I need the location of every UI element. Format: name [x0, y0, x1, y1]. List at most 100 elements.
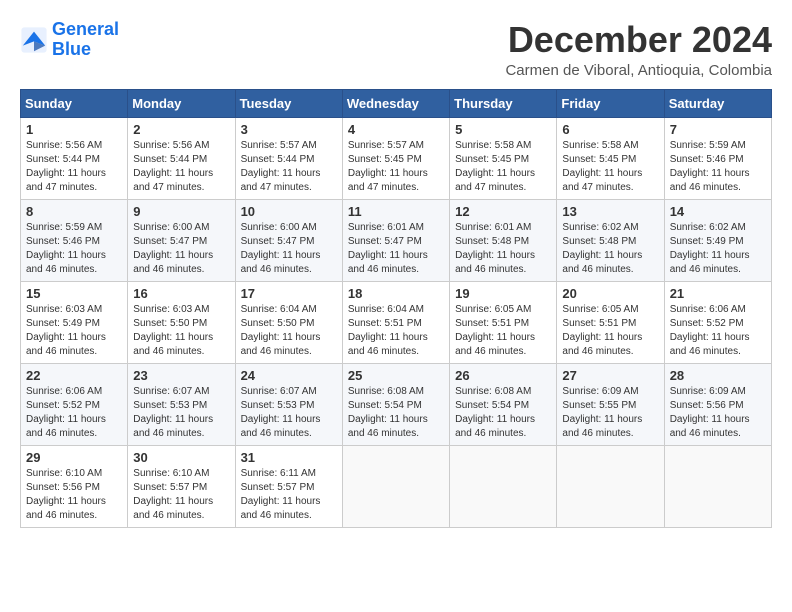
- calendar-cell: [342, 445, 449, 527]
- day-info: Sunrise: 6:09 AM Sunset: 5:56 PM Dayligh…: [670, 385, 766, 441]
- day-number: 14: [670, 204, 766, 219]
- week-row-4: 22 Sunrise: 6:06 AM Sunset: 5:52 PM Dayl…: [21, 363, 772, 445]
- day-info: Sunrise: 6:00 AM Sunset: 5:47 PM Dayligh…: [241, 221, 337, 277]
- day-info: Sunrise: 5:59 AM Sunset: 5:46 PM Dayligh…: [26, 221, 122, 277]
- day-number: 24: [241, 368, 337, 383]
- day-number: 13: [562, 204, 658, 219]
- calendar-cell: 29 Sunrise: 6:10 AM Sunset: 5:56 PM Dayl…: [21, 445, 128, 527]
- day-number: 1: [26, 122, 122, 137]
- calendar-cell: 27 Sunrise: 6:09 AM Sunset: 5:55 PM Dayl…: [557, 363, 664, 445]
- day-number: 16: [133, 286, 229, 301]
- day-info: Sunrise: 6:05 AM Sunset: 5:51 PM Dayligh…: [455, 303, 551, 359]
- day-number: 5: [455, 122, 551, 137]
- week-row-5: 29 Sunrise: 6:10 AM Sunset: 5:56 PM Dayl…: [21, 445, 772, 527]
- calendar-cell: 20 Sunrise: 6:05 AM Sunset: 5:51 PM Dayl…: [557, 281, 664, 363]
- header-thursday: Thursday: [450, 89, 557, 117]
- day-info: Sunrise: 5:59 AM Sunset: 5:46 PM Dayligh…: [670, 139, 766, 195]
- day-info: Sunrise: 6:10 AM Sunset: 5:56 PM Dayligh…: [26, 467, 122, 523]
- day-info: Sunrise: 6:11 AM Sunset: 5:57 PM Dayligh…: [241, 467, 337, 523]
- day-number: 21: [670, 286, 766, 301]
- calendar-table: Sunday Monday Tuesday Wednesday Thursday…: [20, 89, 772, 528]
- calendar-cell: 11 Sunrise: 6:01 AM Sunset: 5:47 PM Dayl…: [342, 199, 449, 281]
- day-number: 3: [241, 122, 337, 137]
- header-saturday: Saturday: [664, 89, 771, 117]
- logo-text: GeneralBlue: [52, 20, 119, 60]
- day-info: Sunrise: 6:03 AM Sunset: 5:49 PM Dayligh…: [26, 303, 122, 359]
- calendar-cell: 31 Sunrise: 6:11 AM Sunset: 5:57 PM Dayl…: [235, 445, 342, 527]
- day-number: 7: [670, 122, 766, 137]
- header-wednesday: Wednesday: [342, 89, 449, 117]
- calendar-cell: [557, 445, 664, 527]
- day-info: Sunrise: 5:57 AM Sunset: 5:44 PM Dayligh…: [241, 139, 337, 195]
- day-number: 15: [26, 286, 122, 301]
- calendar-title: December 2024: [505, 20, 772, 60]
- calendar-cell: 14 Sunrise: 6:02 AM Sunset: 5:49 PM Dayl…: [664, 199, 771, 281]
- day-info: Sunrise: 6:06 AM Sunset: 5:52 PM Dayligh…: [670, 303, 766, 359]
- calendar-cell: 12 Sunrise: 6:01 AM Sunset: 5:48 PM Dayl…: [450, 199, 557, 281]
- day-info: Sunrise: 6:01 AM Sunset: 5:47 PM Dayligh…: [348, 221, 444, 277]
- page-header: GeneralBlue December 2024 Carmen de Vibo…: [20, 20, 772, 79]
- calendar-cell: 9 Sunrise: 6:00 AM Sunset: 5:47 PM Dayli…: [128, 199, 235, 281]
- calendar-cell: 22 Sunrise: 6:06 AM Sunset: 5:52 PM Dayl…: [21, 363, 128, 445]
- day-info: Sunrise: 6:04 AM Sunset: 5:51 PM Dayligh…: [348, 303, 444, 359]
- calendar-cell: 7 Sunrise: 5:59 AM Sunset: 5:46 PM Dayli…: [664, 117, 771, 199]
- day-info: Sunrise: 6:05 AM Sunset: 5:51 PM Dayligh…: [562, 303, 658, 359]
- day-number: 27: [562, 368, 658, 383]
- calendar-cell: 3 Sunrise: 5:57 AM Sunset: 5:44 PM Dayli…: [235, 117, 342, 199]
- calendar-cell: 23 Sunrise: 6:07 AM Sunset: 5:53 PM Dayl…: [128, 363, 235, 445]
- calendar-cell: 2 Sunrise: 5:56 AM Sunset: 5:44 PM Dayli…: [128, 117, 235, 199]
- calendar-cell: 25 Sunrise: 6:08 AM Sunset: 5:54 PM Dayl…: [342, 363, 449, 445]
- calendar-cell: 4 Sunrise: 5:57 AM Sunset: 5:45 PM Dayli…: [342, 117, 449, 199]
- calendar-subtitle: Carmen de Viboral, Antioquia, Colombia: [505, 62, 772, 79]
- day-info: Sunrise: 6:07 AM Sunset: 5:53 PM Dayligh…: [241, 385, 337, 441]
- day-info: Sunrise: 6:09 AM Sunset: 5:55 PM Dayligh…: [562, 385, 658, 441]
- weekday-header-row: Sunday Monday Tuesday Wednesday Thursday…: [21, 89, 772, 117]
- day-number: 17: [241, 286, 337, 301]
- day-info: Sunrise: 5:56 AM Sunset: 5:44 PM Dayligh…: [133, 139, 229, 195]
- day-info: Sunrise: 6:06 AM Sunset: 5:52 PM Dayligh…: [26, 385, 122, 441]
- calendar-cell: 19 Sunrise: 6:05 AM Sunset: 5:51 PM Dayl…: [450, 281, 557, 363]
- day-number: 10: [241, 204, 337, 219]
- day-info: Sunrise: 5:58 AM Sunset: 5:45 PM Dayligh…: [455, 139, 551, 195]
- day-number: 23: [133, 368, 229, 383]
- day-number: 18: [348, 286, 444, 301]
- calendar-cell: 13 Sunrise: 6:02 AM Sunset: 5:48 PM Dayl…: [557, 199, 664, 281]
- day-number: 8: [26, 204, 122, 219]
- day-info: Sunrise: 6:02 AM Sunset: 5:49 PM Dayligh…: [670, 221, 766, 277]
- day-info: Sunrise: 5:58 AM Sunset: 5:45 PM Dayligh…: [562, 139, 658, 195]
- day-info: Sunrise: 6:08 AM Sunset: 5:54 PM Dayligh…: [348, 385, 444, 441]
- day-info: Sunrise: 6:10 AM Sunset: 5:57 PM Dayligh…: [133, 467, 229, 523]
- day-info: Sunrise: 5:56 AM Sunset: 5:44 PM Dayligh…: [26, 139, 122, 195]
- day-number: 4: [348, 122, 444, 137]
- header-monday: Monday: [128, 89, 235, 117]
- day-number: 29: [26, 450, 122, 465]
- header-friday: Friday: [557, 89, 664, 117]
- day-number: 25: [348, 368, 444, 383]
- day-info: Sunrise: 5:57 AM Sunset: 5:45 PM Dayligh…: [348, 139, 444, 195]
- calendar-cell: 16 Sunrise: 6:03 AM Sunset: 5:50 PM Dayl…: [128, 281, 235, 363]
- calendar-cell: 24 Sunrise: 6:07 AM Sunset: 5:53 PM Dayl…: [235, 363, 342, 445]
- calendar-cell: 18 Sunrise: 6:04 AM Sunset: 5:51 PM Dayl…: [342, 281, 449, 363]
- day-info: Sunrise: 6:01 AM Sunset: 5:48 PM Dayligh…: [455, 221, 551, 277]
- week-row-3: 15 Sunrise: 6:03 AM Sunset: 5:49 PM Dayl…: [21, 281, 772, 363]
- calendar-cell: 1 Sunrise: 5:56 AM Sunset: 5:44 PM Dayli…: [21, 117, 128, 199]
- calendar-cell: 5 Sunrise: 5:58 AM Sunset: 5:45 PM Dayli…: [450, 117, 557, 199]
- day-number: 31: [241, 450, 337, 465]
- calendar-cell: 17 Sunrise: 6:04 AM Sunset: 5:50 PM Dayl…: [235, 281, 342, 363]
- header-tuesday: Tuesday: [235, 89, 342, 117]
- week-row-1: 1 Sunrise: 5:56 AM Sunset: 5:44 PM Dayli…: [21, 117, 772, 199]
- calendar-cell: 15 Sunrise: 6:03 AM Sunset: 5:49 PM Dayl…: [21, 281, 128, 363]
- day-info: Sunrise: 6:03 AM Sunset: 5:50 PM Dayligh…: [133, 303, 229, 359]
- day-number: 6: [562, 122, 658, 137]
- day-number: 26: [455, 368, 551, 383]
- day-info: Sunrise: 6:07 AM Sunset: 5:53 PM Dayligh…: [133, 385, 229, 441]
- day-number: 28: [670, 368, 766, 383]
- calendar-cell: [664, 445, 771, 527]
- logo: GeneralBlue: [20, 20, 119, 60]
- day-info: Sunrise: 6:02 AM Sunset: 5:48 PM Dayligh…: [562, 221, 658, 277]
- day-number: 9: [133, 204, 229, 219]
- day-number: 19: [455, 286, 551, 301]
- calendar-cell: 21 Sunrise: 6:06 AM Sunset: 5:52 PM Dayl…: [664, 281, 771, 363]
- calendar-cell: 8 Sunrise: 5:59 AM Sunset: 5:46 PM Dayli…: [21, 199, 128, 281]
- day-number: 12: [455, 204, 551, 219]
